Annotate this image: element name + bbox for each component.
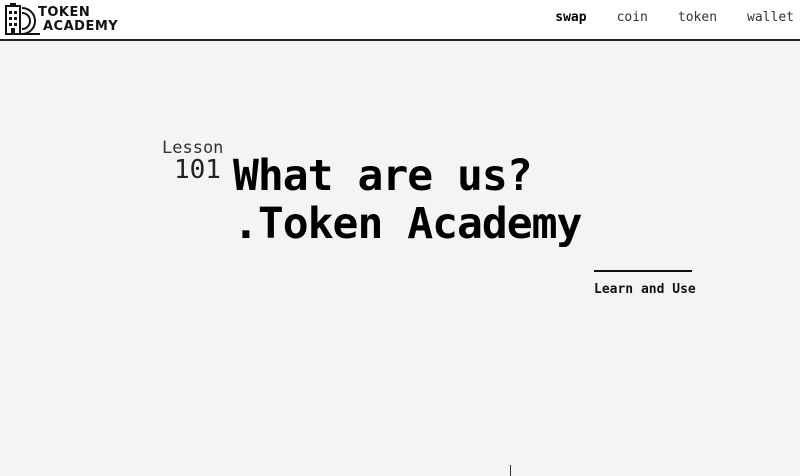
hero-title-line1: What are us? (233, 151, 533, 201)
hero-title: What are us? .Token Academy (233, 151, 582, 249)
nav-item-coin[interactable]: coin (617, 10, 648, 25)
logo-wordmark: TOKEN ACADEMY (38, 6, 119, 34)
main-nav: swap coin token wallet (555, 0, 800, 34)
nav-item-swap[interactable]: swap (555, 10, 586, 25)
logo-line1: TOKEN (38, 5, 91, 20)
top-header: TOKEN ACADEMY swap coin token wallet (0, 0, 800, 41)
logo-line2: ACADEMY (43, 19, 119, 34)
cta-divider (594, 270, 692, 272)
scroll-indicator (510, 465, 511, 476)
page: TOKEN ACADEMY swap coin token wallet Les… (0, 0, 800, 476)
nav-item-wallet[interactable]: wallet (747, 10, 794, 25)
hero-title-line2: .Token Academy (233, 199, 582, 249)
learn-and-use-link[interactable]: Learn and Use (594, 282, 696, 297)
lesson-number: 101 (174, 155, 221, 185)
nav-item-token[interactable]: token (678, 10, 717, 25)
logo[interactable]: TOKEN ACADEMY (4, 3, 118, 37)
token-academy-logo-icon (5, 3, 40, 35)
